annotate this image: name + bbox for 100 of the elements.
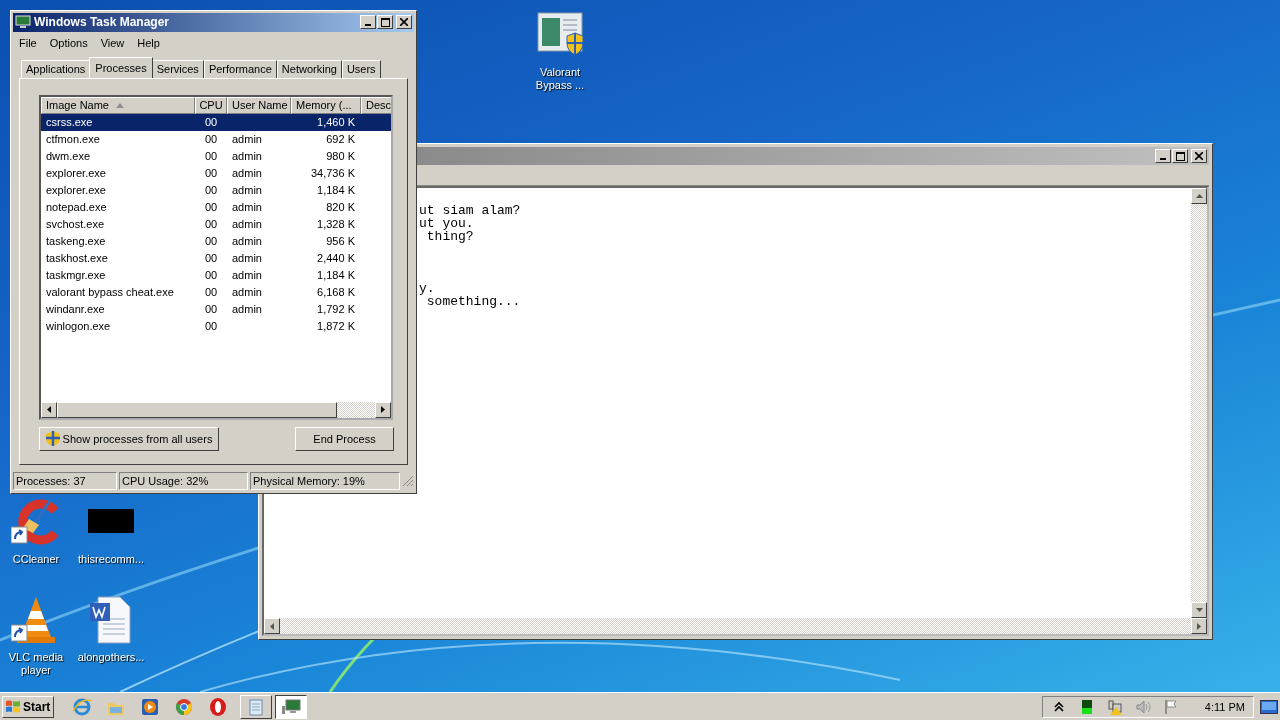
- scroll-down-button[interactable]: [1191, 602, 1207, 618]
- status-field: Physical Memory: 19%: [250, 472, 400, 490]
- table-cell: 1,184 K: [317, 269, 355, 282]
- close-button[interactable]: [396, 15, 412, 30]
- column-header[interactable]: CPU: [195, 96, 227, 114]
- table-cell: csrss.exe: [46, 116, 93, 129]
- table-cell: taskmgr.exe: [46, 269, 106, 282]
- browser-icon[interactable]: [174, 696, 194, 717]
- table-cell: 00: [204, 218, 218, 231]
- brush-icon[interactable]: [11, 497, 61, 547]
- process-row[interactable]: svchost.exe 00 admin 1,328 K: [41, 215, 391, 233]
- column-header[interactable]: Desc: [361, 96, 391, 114]
- start-button[interactable]: Start: [2, 695, 54, 718]
- desktop-icon-label[interactable]: VLC media player: [1, 651, 71, 677]
- menu-item[interactable]: View: [100, 36, 125, 49]
- menu-item[interactable]: Options: [49, 36, 88, 49]
- tab[interactable]: Services: [151, 59, 204, 78]
- horizontal-scrollbar[interactable]: [264, 618, 1207, 634]
- process-row[interactable]: explorer.exe 00 admin 1,184 K: [41, 181, 391, 199]
- process-row[interactable]: notepad.exe 00 admin 820 K: [41, 198, 391, 216]
- table-cell: valorant bypass cheat.exe: [46, 286, 174, 299]
- table-cell: 1,184 K: [317, 184, 355, 197]
- flag-icon[interactable]: [1162, 698, 1179, 715]
- table-cell: explorer.exe: [46, 167, 106, 180]
- process-row[interactable]: taskhost.exe 00 admin 2,440 K: [41, 249, 391, 267]
- desktop-icon-label[interactable]: CCleaner: [1, 553, 71, 566]
- process-row[interactable]: dwm.exe 00 admin 980 K: [41, 147, 391, 165]
- table-cell: admin: [232, 184, 262, 197]
- table-cell: admin: [232, 303, 262, 316]
- tab[interactable]: Networking: [276, 59, 342, 78]
- column-header[interactable]: Image Name: [41, 96, 195, 114]
- show-desktop-icon[interactable]: [1260, 699, 1278, 714]
- notepad-icon: [247, 697, 265, 716]
- status-field: CPU Usage: 32%: [119, 472, 248, 490]
- table-cell: 00: [204, 286, 218, 299]
- table-cell: 00: [204, 133, 218, 146]
- table-cell: admin: [232, 286, 262, 299]
- scroll-thumb[interactable]: [57, 401, 337, 418]
- column-header[interactable]: User Name: [227, 96, 291, 114]
- network-warning-icon[interactable]: [1106, 698, 1123, 715]
- horizontal-scrollbar[interactable]: [41, 401, 391, 418]
- desktop-icon-label[interactable]: Valorant Bypass ...: [525, 66, 595, 92]
- left-arrow-icon: [270, 622, 274, 630]
- process-row[interactable]: taskmgr.exe 00 admin 1,184 K: [41, 266, 391, 284]
- sort-arrow-icon: [116, 102, 124, 108]
- monitor-task-button[interactable]: [275, 694, 307, 719]
- process-row[interactable]: ctfmon.exe 00 admin 692 K: [41, 130, 391, 148]
- menu-item[interactable]: Help: [137, 36, 160, 49]
- table-cell: taskhost.exe: [46, 252, 108, 265]
- table-cell: 692 K: [326, 133, 355, 146]
- table-cell: 00: [204, 116, 218, 129]
- table-cell: 00: [204, 252, 218, 265]
- left-arrow-icon: [47, 406, 51, 414]
- close-button[interactable]: [1191, 149, 1207, 163]
- tab[interactable]: Processes: [89, 56, 153, 78]
- process-row[interactable]: valorant bypass cheat.exe 00 admin 6,168 K: [41, 283, 391, 301]
- table-cell: taskeng.exe: [46, 235, 106, 248]
- shield-icon: [45, 431, 60, 447]
- tab[interactable]: Users: [341, 59, 381, 78]
- process-row[interactable]: taskeng.exe 00 admin 956 K: [41, 232, 391, 250]
- process-row[interactable]: windanr.exe 00 admin 1,792 K: [41, 300, 391, 318]
- show-all-processes-button[interactable]: Show processes from all users: [39, 426, 219, 451]
- maximize-button[interactable]: [1172, 149, 1188, 163]
- o-icon[interactable]: [208, 696, 228, 717]
- maximize-button[interactable]: [377, 15, 393, 30]
- table-cell: admin: [232, 252, 262, 265]
- tab[interactable]: Performance: [203, 59, 277, 78]
- process-row[interactable]: winlogon.exe 00 1,872 K: [41, 317, 391, 335]
- table-cell: 00: [204, 184, 218, 197]
- scroll-right-button[interactable]: [1191, 618, 1207, 634]
- table-cell: 1,792 K: [317, 303, 355, 316]
- scroll-left-button[interactable]: [41, 401, 57, 418]
- table-cell: ctfmon.exe: [46, 133, 100, 146]
- minimize-button[interactable]: [360, 15, 376, 30]
- vertical-scrollbar[interactable]: [1191, 188, 1207, 618]
- scroll-right-button[interactable]: [375, 401, 391, 418]
- clock[interactable]: 4:11 PM: [1204, 700, 1245, 713]
- end-process-button[interactable]: End Process: [295, 426, 394, 451]
- table-cell: 956 K: [326, 235, 355, 248]
- close-icon: [400, 18, 408, 27]
- minimize-button[interactable]: [1155, 149, 1171, 163]
- menu-item[interactable]: File: [19, 36, 37, 49]
- down-arrow-icon: [1195, 608, 1203, 612]
- play-icon[interactable]: [140, 696, 160, 717]
- desktop-icon-label[interactable]: thisrecomm...: [76, 553, 146, 566]
- table-cell: 00: [204, 303, 218, 316]
- table-cell: 1,328 K: [317, 218, 355, 231]
- scroll-left-button[interactable]: [264, 618, 280, 634]
- table-cell: 00: [204, 320, 218, 333]
- resize-grip-icon[interactable]: [402, 475, 414, 487]
- monitor-icon: [281, 697, 301, 716]
- column-header[interactable]: Memory (...: [291, 96, 361, 114]
- four-color-logo-icon: [5, 699, 21, 714]
- document-text[interactable]: ut siam alam? ut you. thing? y. something...: [419, 204, 521, 308]
- table-cell: 00: [204, 201, 218, 214]
- scroll-up-button[interactable]: [1191, 188, 1207, 204]
- notepad-task-button[interactable]: [240, 694, 272, 719]
- table-cell: 6,168 K: [317, 286, 355, 299]
- process-row[interactable]: explorer.exe 00 admin 34,736 K: [41, 164, 391, 182]
- desktop-icon-label[interactable]: alongothers...: [76, 651, 146, 664]
